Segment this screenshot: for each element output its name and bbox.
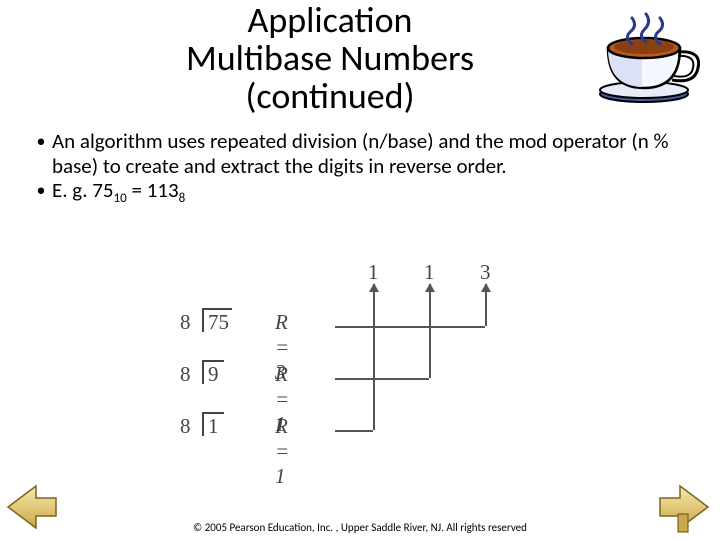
bullet-list: • An algorithm uses repeated division (n… xyxy=(30,129,690,206)
bullet-dot-icon: • xyxy=(30,129,52,153)
bullet-item: • An algorithm uses repeated division (n… xyxy=(30,129,690,177)
division-bar-vertical xyxy=(202,412,204,436)
remainder-text: R = 1 xyxy=(275,414,289,489)
result-digit: 1 xyxy=(424,260,435,285)
result-digit: 1 xyxy=(368,260,379,285)
bullet-item: • E. g. 7510 = 1138 xyxy=(30,178,690,207)
bullet-text: E. g. 7510 = 1138 xyxy=(52,178,690,207)
connector-line xyxy=(335,326,485,328)
previous-slide-button[interactable] xyxy=(2,478,60,536)
connector-line xyxy=(335,378,429,380)
arrow-up-icon xyxy=(373,284,375,430)
connector-line xyxy=(335,430,373,432)
bullet-dot-icon: • xyxy=(30,178,52,202)
next-slide-button[interactable] xyxy=(656,478,714,536)
long-division-diagram: 1 1 3 8 75 R = 3 8 9 R = 1 8 1 R = 1 xyxy=(180,260,520,460)
arrow-up-icon xyxy=(485,284,487,326)
copyright-footer: © 2005 Pearson Education, Inc. , Upper S… xyxy=(0,521,720,534)
division-bar-vertical xyxy=(202,308,204,332)
division-bar-vertical xyxy=(202,360,204,384)
teacup-icon xyxy=(594,10,702,105)
bullet-text: An algorithm uses repeated division (n/b… xyxy=(52,129,690,177)
result-digit: 3 xyxy=(480,260,491,285)
arrow-up-icon xyxy=(429,284,431,378)
